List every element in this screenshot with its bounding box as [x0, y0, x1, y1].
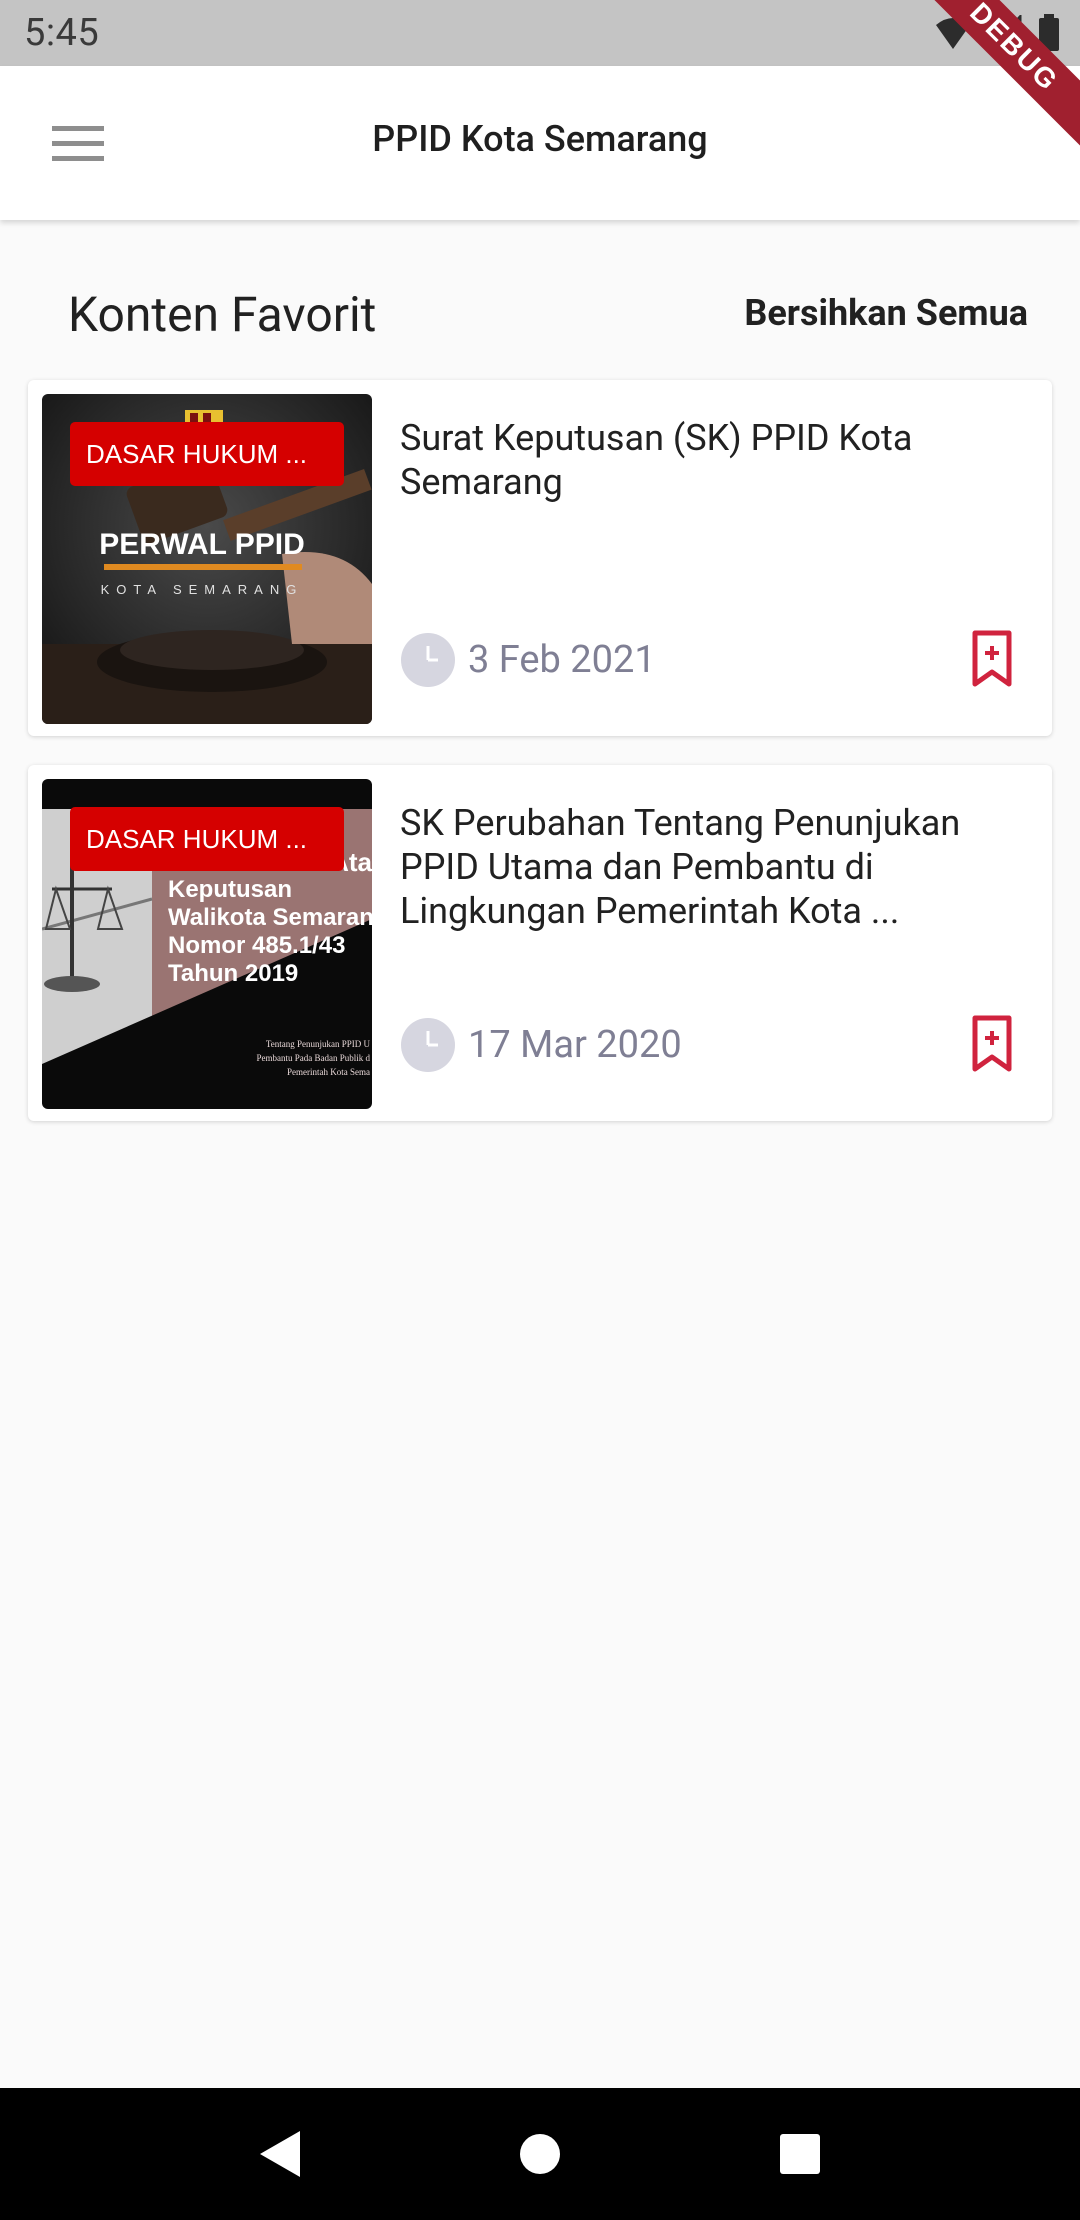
thumb-line: Nomor 485.1/43 [168, 932, 345, 959]
thumb-small-text: Tentang Penunjukan PPID U [266, 1039, 371, 1049]
thumb-heading: PERWAL PPID [99, 528, 305, 561]
card-thumbnail: Ata Keputusan Walikota Semaran Nomor 485… [42, 779, 372, 1109]
app-title: PPID Kota Semarang [372, 118, 708, 160]
home-icon [520, 2134, 560, 2174]
status-time: 5:45 [24, 11, 100, 55]
recents-button[interactable] [760, 2114, 840, 2194]
category-badge: DASAR HUKUM ... [70, 807, 344, 871]
thumb-subheading: KOTA SEMARANG [101, 582, 304, 597]
thumb-line: Walikota Semaran [168, 904, 372, 931]
navigation-bar [0, 2088, 1080, 2220]
favorite-card[interactable]: Ata Keputusan Walikota Semaran Nomor 485… [28, 765, 1052, 1121]
card-title: SK Perubahan Tentang Penunjukan PPID Uta… [400, 802, 961, 932]
clear-all-button[interactable]: Bersihkan Semua [744, 292, 1028, 334]
favorite-card[interactable]: PERWAL PPID KOTA SEMARANG DASAR HUKUM ..… [28, 380, 1052, 736]
bookmark-icon[interactable] [972, 1015, 1012, 1073]
category-badge: DASAR HUKUM ... [70, 422, 344, 486]
clock-icon [401, 1018, 455, 1072]
home-button[interactable] [500, 2114, 580, 2194]
card-title: Surat Keputusan (SK) PPID Kota Semarang [400, 417, 913, 503]
status-bar: 5:45 [0, 0, 1080, 66]
card-date: 3 Feb 2021 [468, 638, 656, 682]
bookmark-icon[interactable] [972, 630, 1012, 688]
card-date: 17 Mar 2020 [468, 1023, 682, 1067]
back-button[interactable] [240, 2114, 320, 2194]
screen: 5:45 DEBUG PPID Kota Semarang Konten Fav… [0, 0, 1080, 2220]
thumb-small-text: Pembantu Pada Badan Publik d [257, 1053, 371, 1063]
thumb-line: Tahun 2019 [168, 960, 298, 987]
app-bar: PPID Kota Semarang [0, 66, 1080, 220]
card-thumbnail: PERWAL PPID KOTA SEMARANG DASAR HUKUM ..… [42, 394, 372, 724]
recents-icon [780, 2134, 820, 2174]
thumb-small-text: Pemerintah Kota Sema [287, 1067, 370, 1077]
back-icon [260, 2131, 300, 2177]
section-title: Konten Favorit [68, 286, 377, 343]
thumb-line: Keputusan [168, 876, 292, 903]
clock-icon [401, 633, 455, 687]
